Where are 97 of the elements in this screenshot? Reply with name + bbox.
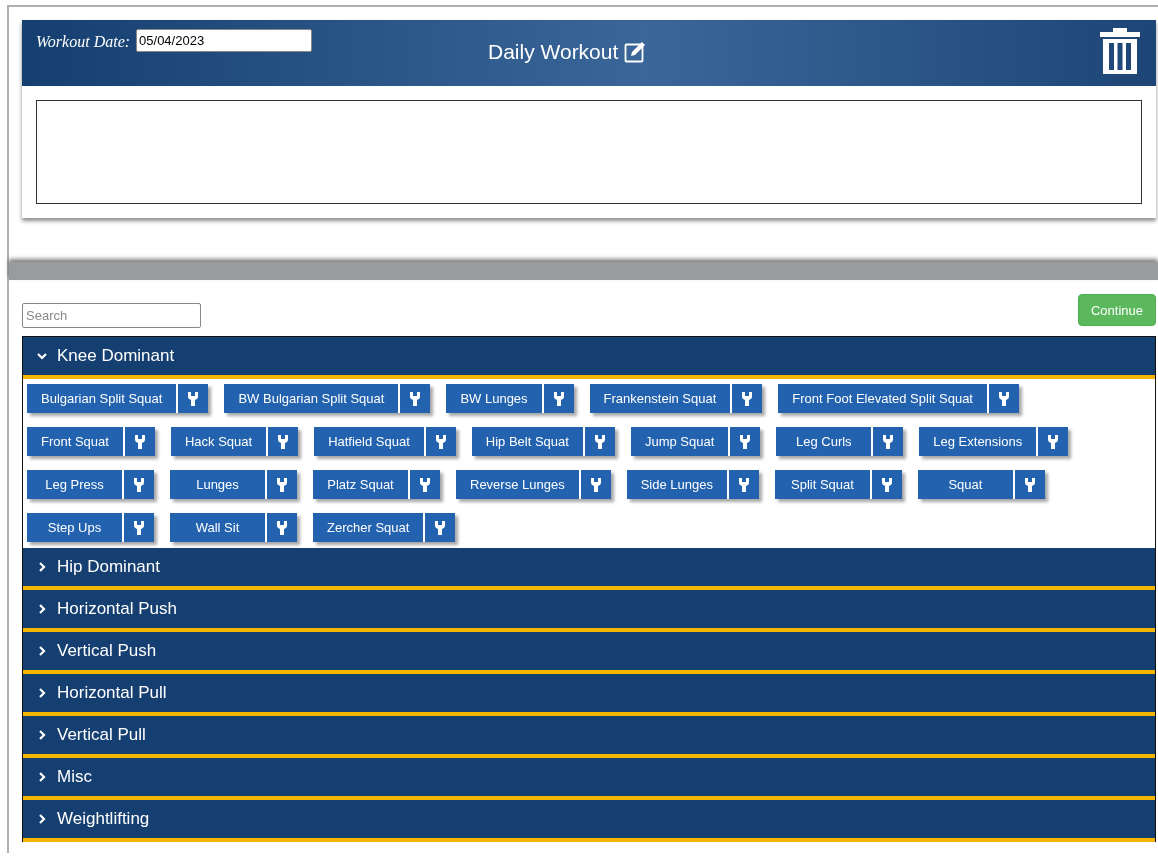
exercise-button[interactable]: Front Squat — [27, 427, 123, 456]
exercise-button[interactable]: Reverse Lunges — [456, 470, 579, 499]
exercise-button[interactable]: Hip Belt Squat — [471, 427, 583, 456]
wrench-icon — [594, 434, 605, 449]
exercise-button[interactable]: Frankenstein Squat — [589, 384, 731, 413]
exercise-settings-button[interactable] — [268, 427, 299, 456]
wrench-icon — [1048, 434, 1059, 449]
chevron-right-icon — [37, 772, 47, 782]
category-name: Knee Dominant — [57, 346, 175, 366]
category-name: Horizontal Push — [57, 599, 177, 619]
exercise-settings-button[interactable] — [871, 470, 902, 499]
chevron-right-icon — [37, 730, 47, 740]
category-name: Misc — [57, 767, 92, 787]
exercise-button[interactable]: Wall Sit — [170, 513, 265, 542]
exercise-settings-button[interactable] — [178, 384, 209, 413]
wrench-icon — [410, 391, 421, 406]
wrench-icon — [188, 391, 199, 406]
edit-icon[interactable] — [624, 41, 647, 63]
exercise-button[interactable]: Front Foot Elevated Split Squat — [778, 384, 987, 413]
chevron-right-icon — [37, 814, 47, 824]
exercise-settings-button[interactable] — [267, 513, 297, 542]
category-header[interactable]: Weightlifting — [23, 800, 1155, 842]
category-name: Vertical Pull — [57, 725, 146, 745]
exercise-button[interactable]: BW Bulgarian Split Squat — [224, 384, 399, 413]
exercise-settings-button[interactable] — [728, 470, 759, 499]
wrench-icon — [553, 391, 564, 406]
exercise-settings-button[interactable] — [989, 384, 1019, 413]
category-header[interactable]: Vertical Push — [23, 632, 1155, 674]
wrench-icon — [435, 434, 446, 449]
exercise-settings-button[interactable] — [124, 470, 154, 499]
exercise-settings-button[interactable] — [543, 384, 574, 413]
category-name: Hip Dominant — [57, 557, 160, 577]
exercise-settings-button[interactable] — [124, 513, 154, 542]
chevron-right-icon — [37, 604, 47, 614]
exercise-settings-button[interactable] — [1038, 427, 1069, 456]
exercise-button[interactable]: Hatfield Squat — [314, 427, 424, 456]
category-header[interactable]: Vertical Pull — [23, 716, 1155, 758]
category-header[interactable]: Horizontal Pull — [23, 674, 1155, 716]
exercise-settings-button[interactable] — [400, 384, 431, 413]
notes-textarea[interactable] — [36, 100, 1142, 204]
exercise-button[interactable]: Lunges — [170, 470, 265, 499]
exercise-button[interactable]: Platz Squat — [313, 470, 408, 499]
exercise-settings-button[interactable] — [425, 427, 456, 456]
wrench-icon — [1024, 477, 1035, 492]
category-name: Weightlifting — [57, 809, 150, 829]
exercise-button[interactable]: BW Lunges — [446, 384, 542, 413]
wrench-icon — [435, 520, 446, 535]
wrench-icon — [134, 520, 144, 535]
exercise-button[interactable]: Squat — [917, 470, 1013, 499]
wrench-icon — [740, 434, 751, 449]
chevron-right-icon — [37, 688, 47, 698]
chevron-right-icon — [37, 562, 47, 572]
exercise-settings-button[interactable] — [124, 427, 155, 456]
exercise-button[interactable]: Side Lunges — [626, 470, 727, 499]
exercise-button[interactable]: Leg Press — [27, 470, 122, 499]
wrench-icon — [134, 434, 145, 449]
wrench-icon — [277, 520, 287, 535]
exercise-settings-button[interactable] — [732, 384, 763, 413]
chevron-down-icon — [37, 351, 47, 361]
wrench-icon — [999, 391, 1009, 406]
wrench-icon — [278, 434, 289, 449]
wrench-icon — [420, 477, 430, 492]
category-header[interactable]: Knee Dominant — [23, 337, 1155, 379]
exercise-settings-button[interactable] — [267, 470, 297, 499]
category-header[interactable]: Horizontal Push — [23, 590, 1155, 632]
chevron-right-icon — [37, 646, 47, 656]
exercise-button[interactable]: Jump Squat — [630, 427, 729, 456]
wrench-icon — [134, 477, 144, 492]
category-header[interactable]: Hip Dominant — [23, 548, 1155, 590]
wrench-icon — [742, 391, 753, 406]
wrench-icon — [881, 477, 892, 492]
exercise-settings-button[interactable] — [410, 470, 440, 499]
exercise-button[interactable]: Zercher Squat — [313, 513, 424, 542]
exercise-button[interactable]: Hack Squat — [170, 427, 267, 456]
exercise-button[interactable]: Split Squat — [774, 470, 870, 499]
wrench-icon — [590, 477, 601, 492]
search-field[interactable]: Search — [22, 303, 201, 328]
category-name: Vertical Push — [57, 641, 157, 661]
exercise-settings-button[interactable] — [873, 427, 904, 456]
exercise-settings-button[interactable] — [580, 470, 611, 499]
exercise-button[interactable]: Leg Extensions — [919, 427, 1037, 456]
date-label: Workout Date: — [36, 33, 131, 51]
trash-icon[interactable] — [1100, 28, 1140, 74]
workout-title: Daily Workout — [488, 40, 619, 64]
exercise-settings-button[interactable] — [584, 427, 615, 456]
wrench-icon — [277, 477, 287, 492]
exercise-button[interactable]: Bulgarian Split Squat — [27, 384, 177, 413]
date-input[interactable]: 05/04/2023 — [136, 29, 313, 52]
wrench-icon — [883, 434, 894, 449]
exercise-settings-button[interactable] — [425, 513, 456, 542]
category-header[interactable]: Misc — [23, 758, 1155, 800]
exercise-button[interactable]: Step Ups — [27, 513, 122, 542]
category-name: Horizontal Pull — [57, 683, 167, 703]
exercise-button[interactable]: Leg Curls — [776, 427, 872, 456]
exercise-settings-button[interactable] — [730, 427, 761, 456]
wrench-icon — [738, 477, 749, 492]
exercise-settings-button[interactable] — [1014, 470, 1045, 499]
